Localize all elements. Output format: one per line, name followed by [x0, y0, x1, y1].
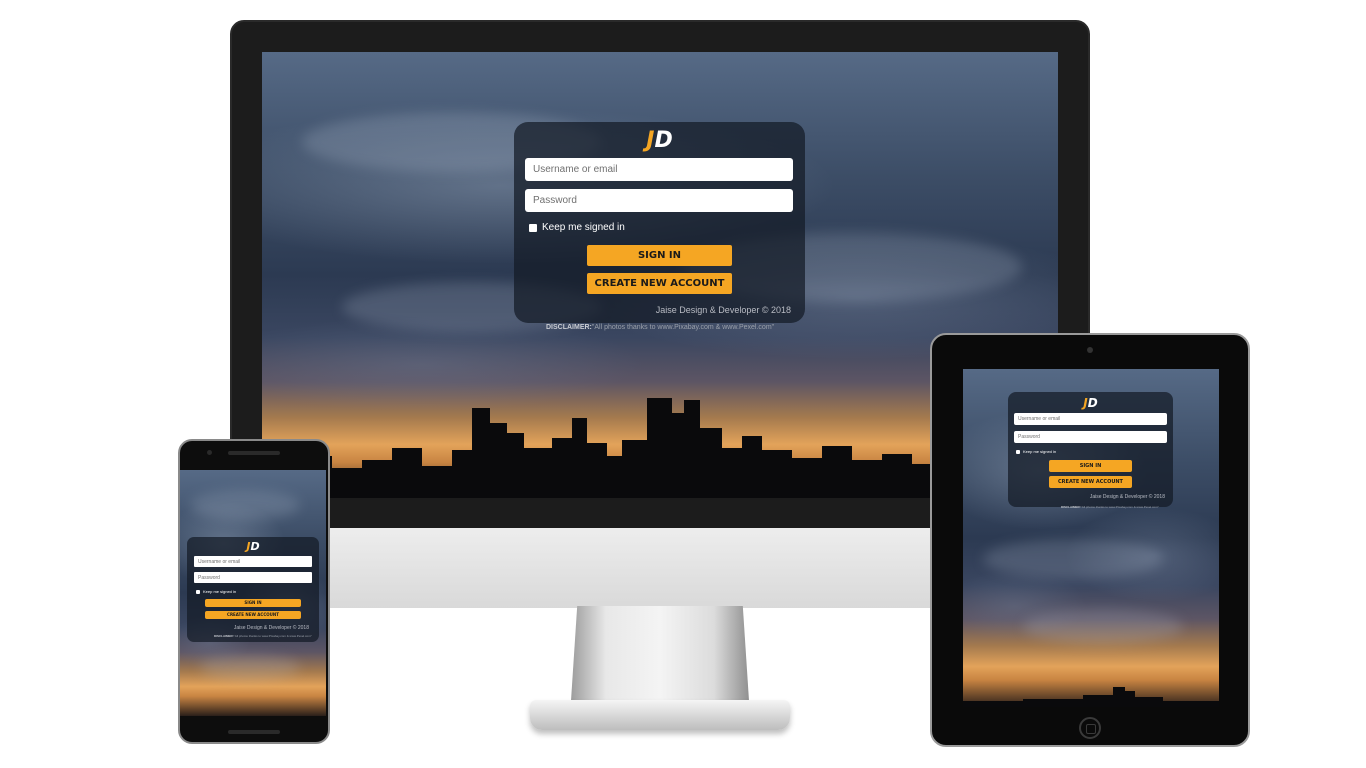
city-skyline	[963, 677, 1219, 707]
responsive-mockup-scene: JD Keep me signed in SIGN IN CREATE NEW …	[0, 0, 1366, 768]
phone-screen: JD Keep me signed in SIGN IN CREATE NEW …	[180, 470, 326, 716]
sign-in-button[interactable]: SIGN IN	[205, 599, 301, 607]
login-card-tablet: JD Keep me signed in SIGN IN CREATE NEW …	[1008, 392, 1173, 507]
camera-icon	[1087, 347, 1093, 353]
jd-logo-icon: JD	[246, 540, 260, 553]
login-card-phone: JD Keep me signed in SIGN IN CREATE NEW …	[187, 537, 319, 642]
login-card-desktop: JD Keep me signed in SIGN IN CREATE NEW …	[514, 122, 805, 323]
speaker-icon	[228, 730, 280, 734]
home-button-icon[interactable]	[1079, 717, 1101, 739]
monitor-stand-base	[530, 700, 790, 730]
disclaimer: DISCLAIMER:"All photos thanks to www.Pix…	[1061, 505, 1159, 509]
camera-icon	[207, 450, 212, 455]
create-account-button[interactable]: CREATE NEW ACCOUNT	[1049, 476, 1132, 488]
keep-signed-in-label: Keep me signed in	[542, 222, 625, 233]
disclaimer: DISCLAIMER:"All photos thanks to www.Pix…	[546, 324, 775, 331]
keep-signed-in-label: Keep me signed in	[1023, 449, 1057, 454]
keep-signed-in-row[interactable]: Keep me signed in	[529, 222, 625, 233]
footer-copyright: Jaise Design & Developer © 2018	[655, 305, 791, 315]
speaker-icon	[228, 451, 280, 455]
keep-signed-in-row[interactable]: Keep me signed in	[196, 589, 236, 594]
checkbox-icon[interactable]	[1016, 449, 1020, 454]
disclaimer: DISCLAIMER:"All photos thanks to www.Pix…	[214, 634, 312, 638]
jd-logo-icon: JD	[646, 128, 673, 153]
create-account-button[interactable]: CREATE NEW ACCOUNT	[205, 611, 301, 619]
tablet-screen: JD Keep me signed in SIGN IN CREATE NEW …	[963, 369, 1219, 707]
footer-copyright: Jaise Design & Developer © 2018	[233, 625, 309, 631]
sign-in-button[interactable]: SIGN IN	[587, 245, 732, 266]
username-input[interactable]	[525, 158, 793, 181]
checkbox-icon[interactable]	[196, 589, 200, 594]
username-input[interactable]	[194, 556, 312, 567]
keep-signed-in-row[interactable]: Keep me signed in	[1016, 449, 1056, 454]
create-account-button[interactable]: CREATE NEW ACCOUNT	[587, 273, 732, 294]
username-input[interactable]	[1014, 413, 1167, 425]
keep-signed-in-label: Keep me signed in	[203, 589, 237, 594]
password-input[interactable]	[525, 189, 793, 212]
password-input[interactable]	[1014, 431, 1167, 443]
footer-copyright: Jaise Design & Developer © 2018	[1089, 494, 1165, 500]
checkbox-icon[interactable]	[529, 223, 537, 232]
password-input[interactable]	[194, 572, 312, 583]
sign-in-button[interactable]: SIGN IN	[1049, 460, 1132, 472]
jd-logo-icon: JD	[1083, 396, 1098, 410]
